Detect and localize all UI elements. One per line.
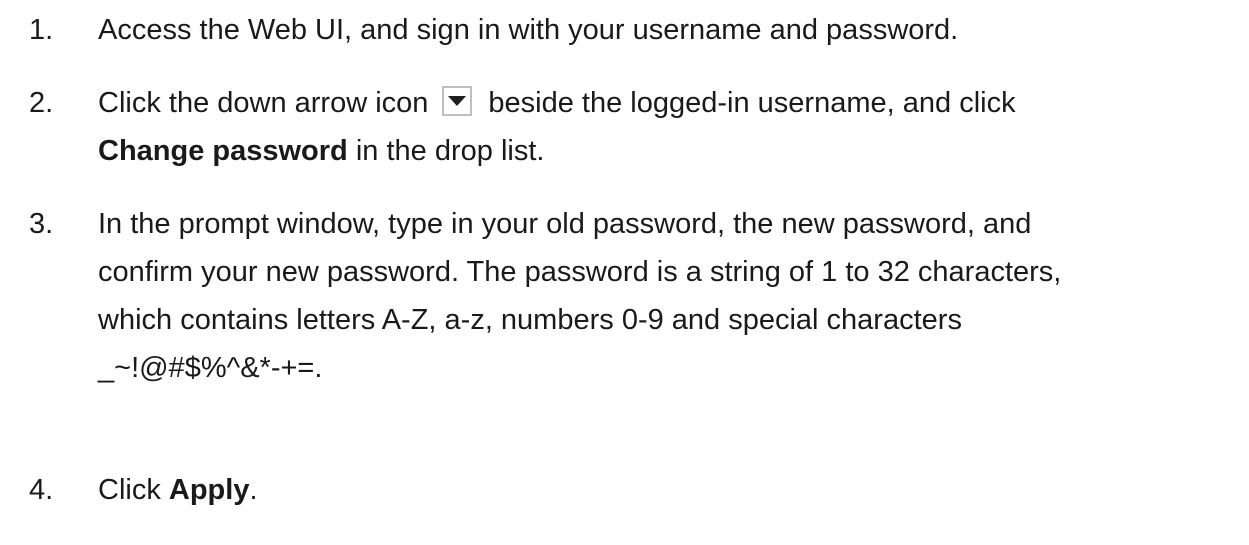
step-line: Click the down arrow icon beside the logg… <box>98 79 1238 127</box>
step-text: Access the Web UI, and sign in with your… <box>98 6 1238 54</box>
step-text-segment: Click <box>98 474 169 506</box>
step-number: 3. <box>29 208 54 240</box>
step-line: confirm your new password. The password … <box>98 256 1062 288</box>
step-line: In the prompt window, type in your old p… <box>98 208 1032 240</box>
step-text-segment: Click the down arrow icon <box>98 87 429 119</box>
step-line: Change password in the drop list. <box>98 127 1238 175</box>
step-line: Click Apply. <box>98 466 1238 514</box>
change-password-label: Change password <box>98 135 348 167</box>
step-text: Click Apply. <box>98 466 1238 514</box>
step-text: In the prompt window, type in your old p… <box>98 200 1238 392</box>
step-text-segment: . <box>249 474 258 506</box>
step-line: _~!@#$%^&*-+=. <box>98 352 323 384</box>
step-line: which contains letters A-Z, a-z, numbers… <box>98 304 962 336</box>
instruction-steps: 1. Access the Web UI, and sign in with y… <box>0 0 1249 545</box>
step-number: 4. <box>29 474 54 506</box>
down-arrow-icon <box>442 86 473 116</box>
step-text: Click the down arrow icon beside the logg… <box>98 79 1238 175</box>
apply-label: Apply <box>168 474 250 506</box>
step-number: 2. <box>29 87 54 119</box>
step-text-segment: beside the logged-in username, and click <box>488 87 1016 119</box>
step-text-segment: in the drop list. <box>347 135 545 167</box>
step-line: Access the Web UI, and sign in with your… <box>98 14 959 46</box>
step-number: 1. <box>29 14 54 46</box>
